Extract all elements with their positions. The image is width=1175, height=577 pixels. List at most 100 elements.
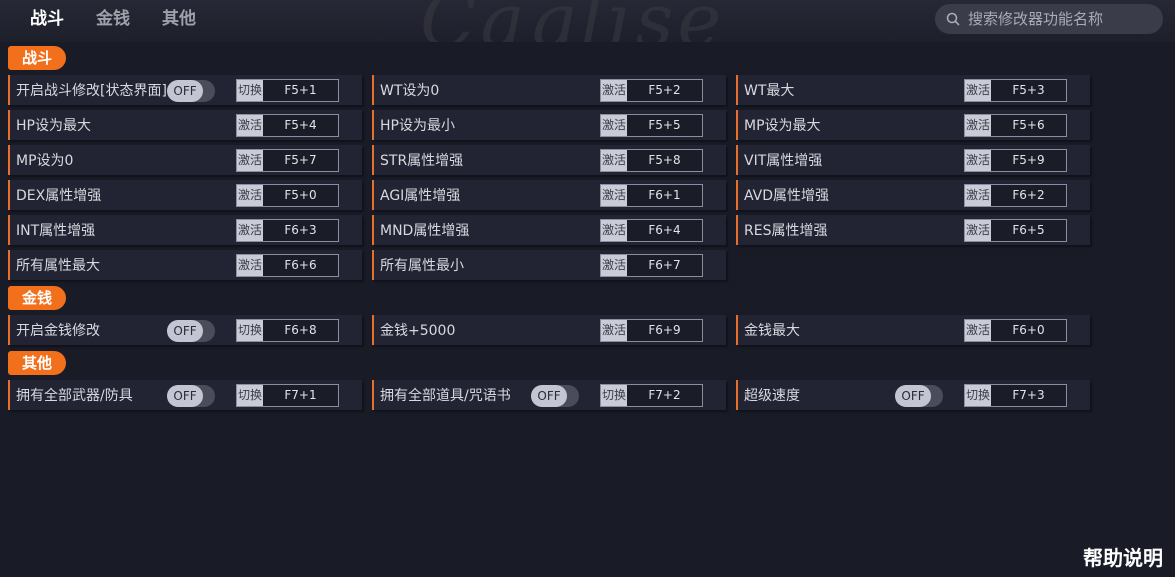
- option-row: DEX属性增强 激活 F5+0: [8, 180, 362, 210]
- option-action-button[interactable]: 激活: [965, 320, 991, 341]
- hotkey-box: 切换 F7+1: [236, 384, 339, 407]
- option-label: 金钱最大: [744, 323, 800, 339]
- hotkey-field[interactable]: F6+8: [263, 320, 338, 341]
- hotkey-field[interactable]: F5+5: [627, 115, 702, 136]
- option-row: HP设为最大 激活 F5+4: [8, 110, 362, 140]
- hotkey-box: 激活 F6+3: [236, 219, 339, 242]
- option-toggle-switch[interactable]: OFF: [895, 385, 943, 407]
- option-action-button[interactable]: 切换: [237, 385, 263, 406]
- option-label: 所有属性最小: [380, 258, 464, 274]
- hotkey-field[interactable]: F6+4: [627, 220, 702, 241]
- option-row: RES属性增强 激活 F6+5: [736, 215, 1090, 245]
- hotkey-box: 切换 F5+1: [236, 79, 339, 102]
- option-action-button[interactable]: 激活: [965, 150, 991, 171]
- option-row: STR属性增强 激活 F5+8: [372, 145, 726, 175]
- option-action-button[interactable]: 激活: [601, 80, 627, 101]
- hotkey-field[interactable]: F5+9: [991, 150, 1066, 171]
- hotkey-field[interactable]: F7+2: [627, 385, 702, 406]
- hotkey-field[interactable]: F6+3: [263, 220, 338, 241]
- option-row: 金钱+5000 激活 F6+9: [372, 315, 726, 345]
- hotkey-field[interactable]: F5+8: [627, 150, 702, 171]
- option-label: 所有属性最大: [16, 258, 100, 274]
- tab-other[interactable]: 其他: [146, 0, 212, 38]
- section-other: 其他 拥有全部武器/防具 OFF 切换 F7+1 拥有全部道具/咒语书 OFF 切换 F7+2…: [8, 351, 1098, 410]
- hotkey-field[interactable]: F6+5: [991, 220, 1066, 241]
- option-action-button[interactable]: 激活: [601, 255, 627, 276]
- option-row: INT属性增强 激活 F6+3: [8, 215, 362, 245]
- option-label: HP设为最小: [380, 118, 455, 134]
- option-action-button[interactable]: 激活: [601, 185, 627, 206]
- toggle-state-label: OFF: [167, 80, 203, 102]
- section-title-battle: 战斗: [8, 46, 67, 70]
- option-action-button[interactable]: 激活: [601, 115, 627, 136]
- help-button[interactable]: 帮助说明: [1083, 542, 1163, 571]
- hotkey-box: 激活 F6+4: [600, 219, 703, 242]
- option-row: AGI属性增强 激活 F6+1: [372, 180, 726, 210]
- option-action-button[interactable]: 切换: [237, 320, 263, 341]
- option-toggle-switch[interactable]: OFF: [531, 385, 579, 407]
- toggle-state-label: OFF: [167, 320, 203, 342]
- tab-battle[interactable]: 战斗: [14, 0, 80, 38]
- option-toggle-switch[interactable]: OFF: [167, 320, 215, 342]
- option-action-button[interactable]: 激活: [237, 220, 263, 241]
- hotkey-box: 激活 F5+5: [600, 114, 703, 137]
- section-title-money: 金钱: [8, 286, 67, 310]
- option-action-button[interactable]: 激活: [237, 115, 263, 136]
- option-action-button[interactable]: 激活: [237, 255, 263, 276]
- hotkey-box: 激活 F5+4: [236, 114, 339, 137]
- option-action-button[interactable]: 激活: [965, 80, 991, 101]
- option-action-button[interactable]: 激活: [237, 150, 263, 171]
- search-input[interactable]: [968, 10, 1158, 28]
- hotkey-box: 激活 F5+2: [600, 79, 703, 102]
- hotkey-field[interactable]: F5+3: [991, 80, 1066, 101]
- hotkey-field[interactable]: F5+7: [263, 150, 338, 171]
- option-label: 拥有全部道具/咒语书: [380, 388, 511, 404]
- hotkey-field[interactable]: F5+0: [263, 185, 338, 206]
- hotkey-field[interactable]: F6+1: [627, 185, 702, 206]
- hotkey-field[interactable]: F6+7: [627, 255, 702, 276]
- hotkey-box: 激活 F6+6: [236, 254, 339, 277]
- hotkey-field[interactable]: F5+4: [263, 115, 338, 136]
- option-action-button[interactable]: 激活: [601, 220, 627, 241]
- hotkey-field[interactable]: F6+0: [991, 320, 1066, 341]
- option-action-button[interactable]: 激活: [601, 150, 627, 171]
- toggle-state-label: OFF: [167, 385, 203, 407]
- option-label: 拥有全部武器/防具: [16, 388, 133, 404]
- option-action-button[interactable]: 切换: [601, 385, 627, 406]
- hotkey-box: 切换 F6+8: [236, 319, 339, 342]
- hotkey-field[interactable]: F5+1: [263, 80, 338, 101]
- option-action-button[interactable]: 激活: [965, 220, 991, 241]
- search-box[interactable]: [935, 4, 1163, 34]
- option-row: 所有属性最小 激活 F6+7: [372, 250, 726, 280]
- hotkey-box: 激活 F5+6: [964, 114, 1067, 137]
- hotkey-field[interactable]: F7+1: [263, 385, 338, 406]
- tab-bar: 战斗 金钱 其他: [14, 0, 212, 38]
- option-toggle-switch[interactable]: OFF: [167, 80, 215, 102]
- hotkey-field[interactable]: F6+2: [991, 185, 1066, 206]
- option-label: MP设为0: [16, 153, 74, 169]
- option-action-button[interactable]: 激活: [601, 320, 627, 341]
- option-label: HP设为最大: [16, 118, 91, 134]
- option-action-button[interactable]: 切换: [237, 80, 263, 101]
- option-action-button[interactable]: 激活: [965, 185, 991, 206]
- option-row: MND属性增强 激活 F6+4: [372, 215, 726, 245]
- option-toggle-switch[interactable]: OFF: [167, 385, 215, 407]
- option-label: MP设为最大: [744, 118, 821, 134]
- option-action-button[interactable]: 激活: [965, 115, 991, 136]
- option-action-button[interactable]: 激活: [237, 185, 263, 206]
- hotkey-box: 激活 F6+1: [600, 184, 703, 207]
- hotkey-field[interactable]: F5+6: [991, 115, 1066, 136]
- hotkey-field[interactable]: F5+2: [627, 80, 702, 101]
- tab-money[interactable]: 金钱: [80, 0, 146, 38]
- option-label: AVD属性增强: [744, 188, 830, 204]
- hotkey-box: 激活 F5+8: [600, 149, 703, 172]
- option-label: AGI属性增强: [380, 188, 461, 204]
- option-row: 拥有全部武器/防具 OFF 切换 F7+1: [8, 380, 362, 410]
- hotkey-field[interactable]: F7+3: [991, 385, 1066, 406]
- option-row: 金钱最大 激活 F6+0: [736, 315, 1090, 345]
- hotkey-field[interactable]: F6+9: [627, 320, 702, 341]
- hotkey-box: 激活 F5+9: [964, 149, 1067, 172]
- hotkey-field[interactable]: F6+6: [263, 255, 338, 276]
- option-action-button[interactable]: 切换: [965, 385, 991, 406]
- header-background-art: Caglise: [420, 0, 980, 42]
